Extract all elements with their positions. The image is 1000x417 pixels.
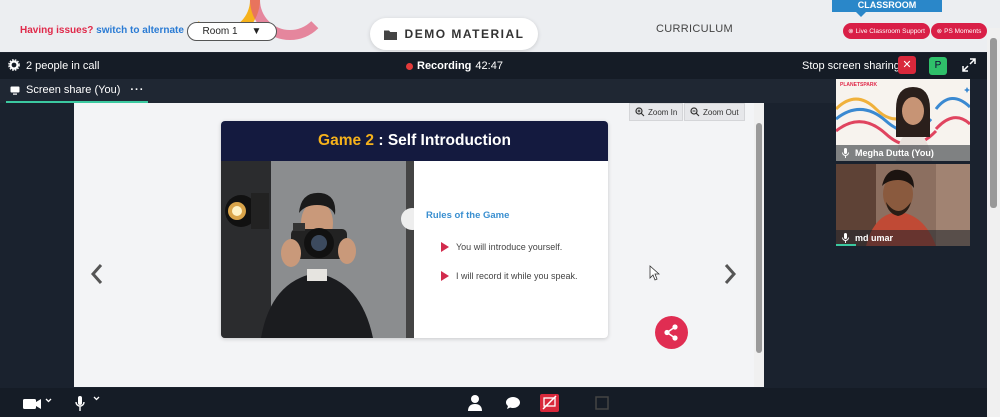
mouse-cursor-icon	[649, 265, 660, 281]
issues-text: Having issues?	[20, 25, 94, 36]
slide-card: Game 2 : Self Introduction Rules of the …	[221, 121, 608, 338]
participant-tile-megha[interactable]: PLANETSPARK Megha Dutta (You)	[836, 79, 970, 161]
microphone-icon[interactable]	[74, 394, 104, 412]
triangle-bullet-icon	[441, 271, 449, 281]
zoom-out-label: Zoom Out	[703, 107, 739, 117]
recording-time: 42:47	[475, 60, 503, 72]
rule-item: You will introduce yourself.	[441, 242, 562, 252]
rule-text: You will introduce yourself.	[456, 242, 563, 252]
zoom-out-icon	[690, 107, 700, 117]
folder-icon	[383, 30, 397, 40]
recording-dot-icon	[406, 62, 413, 70]
page-scrollbar-thumb[interactable]	[990, 38, 997, 208]
share-button[interactable]	[655, 316, 688, 349]
rules-title: Rules of the Game	[426, 210, 510, 221]
participant-name: md umar	[855, 233, 894, 243]
ps-moments-label: PS Moments	[944, 27, 982, 35]
triangle-bullet-icon	[441, 242, 449, 252]
stop-sharing-button[interactable]: ✕	[898, 56, 916, 74]
top-bar: Having issues? switch to alternate room …	[0, 0, 1000, 52]
people-count: 2 people in call	[26, 60, 100, 72]
slide-scrollbar-thumb[interactable]	[756, 123, 762, 353]
zoom-in-label: Zoom In	[648, 107, 678, 117]
whiteboard-icon[interactable]	[595, 394, 609, 412]
next-slide-arrow-icon[interactable]	[723, 263, 737, 285]
participant-name: Megha Dutta (You)	[855, 148, 934, 158]
chevron-down-icon: ▼	[251, 26, 262, 37]
microphone-icon	[842, 148, 849, 158]
room-select[interactable]: Room 1 ▼	[187, 22, 277, 41]
screen-share-label: Screen share (You)	[26, 84, 121, 96]
zoom-out-button[interactable]: Zoom Out	[684, 103, 745, 121]
microphone-icon	[842, 233, 849, 243]
zoom-in-button[interactable]: Zoom In	[629, 103, 684, 121]
live-support-button[interactable]: ⊗ Live Classroom Support	[843, 23, 930, 39]
photographer-image	[221, 161, 414, 338]
ps-moments-button[interactable]: ⊗ PS Moments	[931, 23, 987, 39]
expand-icon[interactable]	[962, 58, 976, 72]
call-controls-bar	[0, 388, 987, 417]
rule-item: I will record it while you speak.	[441, 271, 578, 281]
call-header: 2 people in call Recording 42:47 Stop sc…	[0, 53, 987, 79]
participant-name-bar: md umar	[836, 230, 970, 246]
previous-slide-arrow-icon[interactable]	[90, 263, 104, 285]
zoom-in-icon	[635, 107, 645, 117]
participant-name-bar: Megha Dutta (You)	[836, 145, 970, 161]
demo-material-label: DEMO MATERIAL	[404, 27, 525, 41]
close-circle-icon: ⊗	[848, 28, 854, 35]
rule-text: I will record it while you speak.	[456, 271, 578, 281]
participant-badge[interactable]: P	[929, 57, 947, 75]
recording-label: Recording	[417, 60, 472, 72]
chat-icon[interactable]	[505, 394, 521, 412]
photographer-illustration	[221, 161, 414, 338]
slide-title-rest: : Self Introduction	[374, 132, 511, 149]
tab-screen-share[interactable]: Screen share (You) ···	[6, 79, 149, 103]
slide-title: Game 2 : Self Introduction	[221, 121, 608, 161]
page-scrollbar[interactable]	[987, 28, 1000, 417]
slide-scrollbar[interactable]	[754, 103, 764, 387]
screen-share-stage: Zoom In Zoom Out Game 2 : Self Introduct…	[0, 103, 836, 387]
issues-notice: Having issues? switch to alternate room	[20, 25, 212, 36]
demo-material-button[interactable]: DEMO MATERIAL	[370, 18, 538, 50]
classroom-tab: CLASSROOM	[832, 0, 942, 17]
share-icon	[664, 324, 678, 341]
screen-share-off-icon[interactable]	[540, 394, 559, 412]
room-select-value: Room 1	[202, 26, 238, 37]
screen-icon	[10, 86, 20, 95]
close-circle-icon: ⊗	[936, 28, 943, 35]
slide-area: Zoom In Zoom Out Game 2 : Self Introduct…	[74, 103, 754, 387]
share-tab-bar: Screen share (You) ···	[0, 79, 836, 103]
curriculum-link[interactable]: CURRICULUM	[656, 23, 733, 35]
participants-icon[interactable]	[467, 394, 483, 412]
planetspark-logo: PLANETSPARK	[840, 82, 878, 88]
live-support-label: Live Classroom Support	[855, 27, 925, 35]
more-options-icon[interactable]: ···	[130, 84, 144, 96]
gear-icon[interactable]	[8, 59, 20, 71]
stop-sharing-label: Stop screen sharing	[802, 60, 900, 72]
participant-tile-umar[interactable]: md umar	[836, 164, 970, 246]
call-window: 2 people in call Recording 42:47 Stop sc…	[0, 53, 987, 417]
recording-status: Recording 42:47	[406, 60, 503, 72]
active-speaker-indicator	[836, 244, 856, 246]
camera-icon[interactable]	[22, 394, 52, 412]
slide-title-accent: Game 2	[318, 132, 375, 149]
